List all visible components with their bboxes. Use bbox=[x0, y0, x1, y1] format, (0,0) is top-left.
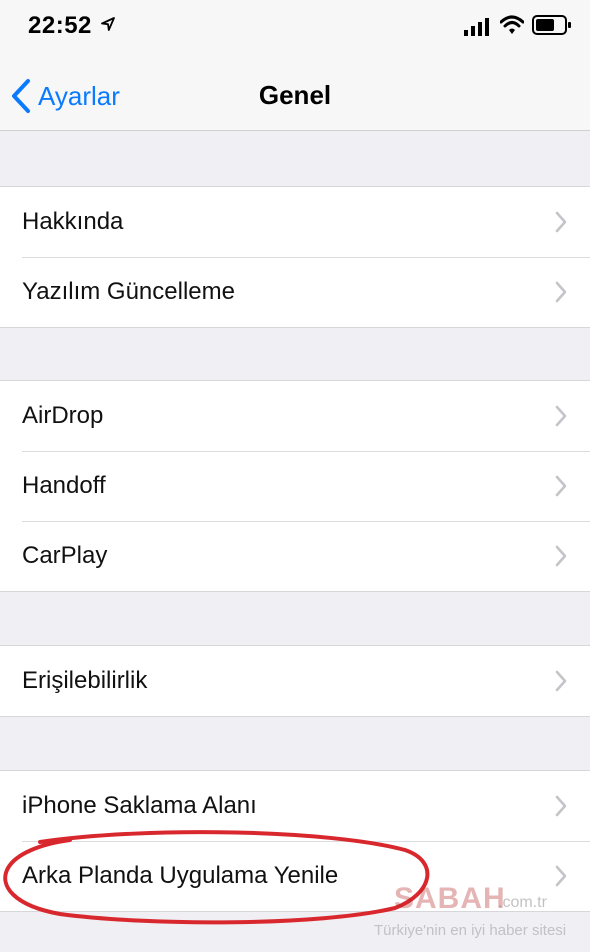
settings-row-accessibility[interactable]: Erişilebilirlik bbox=[0, 646, 590, 716]
chevron-right-icon bbox=[555, 475, 567, 497]
settings-row-airdrop[interactable]: AirDrop bbox=[0, 381, 590, 451]
status-time: 22:52 bbox=[28, 12, 92, 39]
battery-icon bbox=[532, 15, 571, 35]
settings-screen: 22:52 Ayarlar Genel Hakkında Yazılım Gün… bbox=[0, 0, 590, 952]
chevron-right-icon bbox=[555, 405, 567, 427]
location-arrow-icon bbox=[101, 17, 115, 31]
row-label: Yazılım Güncelleme bbox=[22, 278, 235, 305]
chevron-right-icon bbox=[555, 211, 567, 233]
page-title: Genel bbox=[258, 80, 332, 110]
settings-group-info: Hakkında Yazılım Güncelleme bbox=[0, 186, 590, 328]
row-label: AirDrop bbox=[22, 402, 104, 429]
cellular-signal-icon bbox=[464, 18, 489, 36]
top-bar: 22:52 Ayarlar Genel bbox=[0, 0, 590, 131]
settings-row-software-update[interactable]: Yazılım Güncelleme bbox=[0, 257, 590, 327]
watermark-logo: SABAH bbox=[394, 882, 506, 915]
watermark-domain: .com.tr bbox=[498, 894, 547, 911]
settings-row-carplay[interactable]: CarPlay bbox=[0, 521, 590, 591]
watermark: SABAH .com.tr Türkiye'nin en iyi haber s… bbox=[374, 880, 588, 944]
row-label: Handoff bbox=[22, 472, 106, 499]
row-label: CarPlay bbox=[22, 542, 108, 569]
row-label: Hakkında bbox=[22, 208, 124, 235]
chevron-right-icon bbox=[555, 545, 567, 567]
settings-row-about[interactable]: Hakkında bbox=[0, 187, 590, 257]
settings-group-accessibility: Erişilebilirlik bbox=[0, 645, 590, 717]
wifi-icon bbox=[500, 15, 524, 34]
settings-row-handoff[interactable]: Handoff bbox=[0, 451, 590, 521]
watermark-tagline: Türkiye'nin en iyi haber sitesi bbox=[374, 922, 567, 939]
chevron-right-icon bbox=[555, 281, 567, 303]
row-label: Erişilebilirlik bbox=[22, 667, 148, 694]
chevron-right-icon bbox=[555, 795, 567, 817]
settings-group-continuity: AirDrop Handoff CarPlay bbox=[0, 380, 590, 592]
row-label: iPhone Saklama Alanı bbox=[22, 792, 257, 819]
chevron-right-icon bbox=[555, 670, 567, 692]
